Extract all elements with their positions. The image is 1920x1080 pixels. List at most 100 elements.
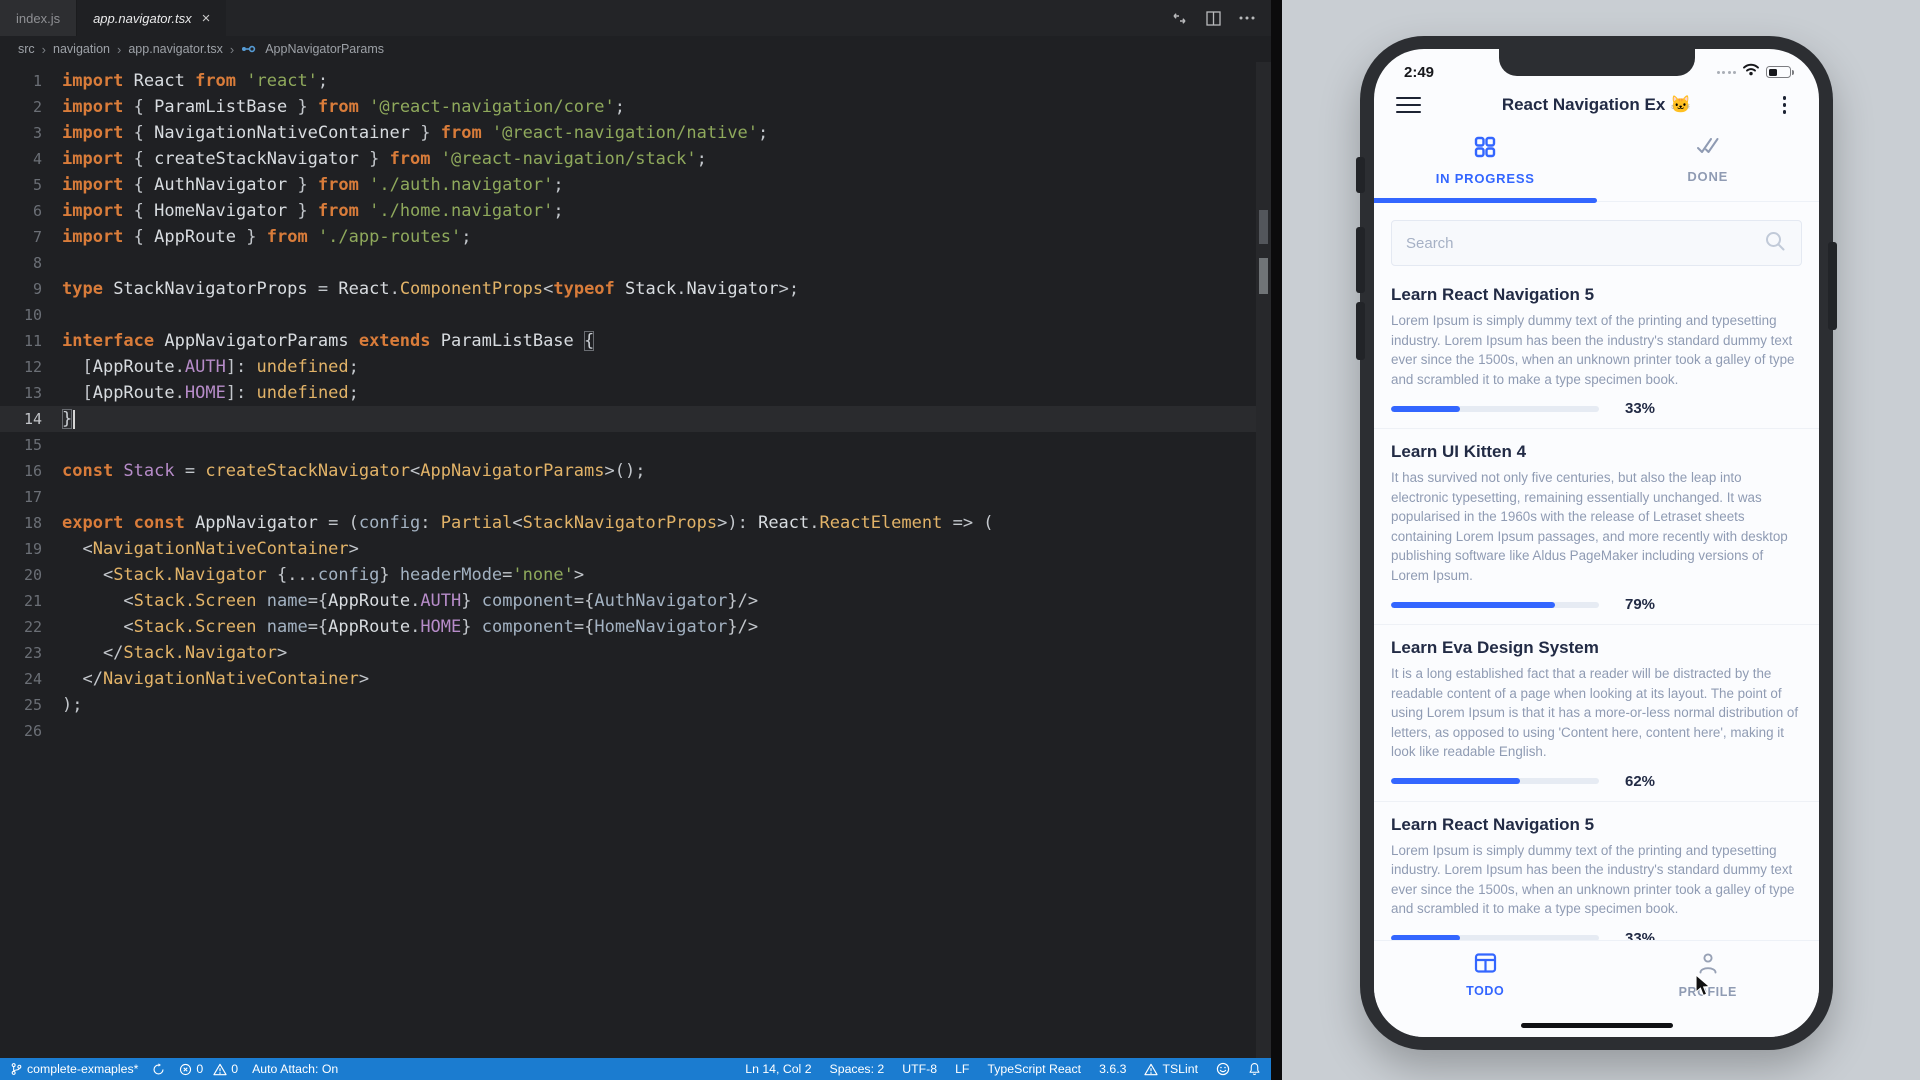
code-text: </Stack.Navigator> (62, 640, 287, 666)
todo-item[interactable]: Learn Eva Design System It is a long est… (1374, 625, 1819, 802)
progress-bar (1391, 778, 1599, 784)
todo-item[interactable]: Learn React Navigation 5 Lorem Ipsum is … (1374, 802, 1819, 959)
todo-description: It is a long established fact that a rea… (1391, 664, 1802, 762)
todo-item[interactable]: Learn React Navigation 5 Lorem Ipsum is … (1374, 272, 1819, 429)
top-tab-bar: IN PROGRESS DONE (1374, 123, 1819, 202)
code-line[interactable]: 11interface AppNavigatorParams extends P… (0, 328, 1271, 354)
warning-count: 0 (231, 1062, 238, 1076)
power-button (1828, 242, 1837, 330)
search-box[interactable] (1391, 220, 1802, 266)
status-bar: complete-exmaples* 0 0 Auto Attach: On L… (0, 1058, 1271, 1080)
breadcrumb-item[interactable]: app.navigator.tsx (128, 42, 223, 56)
progress-percent: 79% (1625, 596, 1655, 613)
line-number: 25 (0, 692, 62, 718)
git-branch-item[interactable]: complete-exmaples* (10, 1062, 138, 1076)
code-line[interactable]: 18export const AppNavigator = (config: P… (0, 510, 1271, 536)
code-line[interactable]: 7import { AppRoute } from './app-routes'… (0, 224, 1271, 250)
todo-title: Learn React Navigation 5 (1391, 815, 1802, 835)
code-line[interactable]: 20 <Stack.Navigator {...config} headerMo… (0, 562, 1271, 588)
line-number: 20 (0, 562, 62, 588)
problems-item[interactable]: 0 0 (179, 1062, 238, 1076)
code-text: [AppRoute.AUTH]: undefined; (62, 354, 359, 380)
code-text: export const AppNavigator = (config: Par… (62, 510, 994, 536)
search-input[interactable] (1406, 235, 1763, 252)
code-line[interactable]: 26 (0, 718, 1271, 744)
code-line[interactable]: 12 [AppRoute.AUTH]: undefined; (0, 354, 1271, 380)
mouse-cursor (1694, 974, 1716, 1003)
more-actions-icon[interactable] (1239, 16, 1255, 20)
code-line[interactable]: 16const Stack = createStackNavigator<App… (0, 458, 1271, 484)
line-number: 11 (0, 328, 62, 354)
code-line[interactable]: 2import { ParamListBase } from '@react-n… (0, 94, 1271, 120)
todo-item[interactable]: Learn UI Kitten 4 It has survived not on… (1374, 429, 1819, 625)
progress-bar (1391, 602, 1599, 608)
code-line[interactable]: 25); (0, 692, 1271, 718)
breadcrumb: src › navigation › app.navigator.tsx › A… (0, 36, 1271, 62)
tab-index-js[interactable]: index.js (0, 0, 77, 36)
sync-icon[interactable] (152, 1063, 165, 1076)
progress-percent: 62% (1625, 773, 1655, 790)
tab-in-progress[interactable]: IN PROGRESS (1374, 135, 1597, 201)
code-line[interactable]: 8 (0, 250, 1271, 276)
code-line[interactable]: 6import { HomeNavigator } from './home.n… (0, 198, 1271, 224)
code-line[interactable]: 3import { NavigationNativeContainer } fr… (0, 120, 1271, 146)
wifi-icon (1742, 63, 1760, 81)
code-text: import { HomeNavigator } from './home.na… (62, 198, 564, 224)
chevron-right-icon: › (117, 42, 121, 57)
line-number: 7 (0, 224, 62, 250)
close-icon[interactable]: × (202, 10, 211, 27)
code-line[interactable]: 1import React from 'react'; (0, 68, 1271, 94)
eol-item[interactable]: LF (955, 1062, 969, 1076)
code-line[interactable]: 5import { AuthNavigator } from './auth.n… (0, 172, 1271, 198)
tslint-item[interactable]: TSLint (1144, 1062, 1198, 1076)
app-title: React Navigation Ex 🐱 (1421, 95, 1772, 115)
tab-label: DONE (1687, 169, 1728, 184)
split-editor-icon[interactable] (1206, 11, 1221, 26)
tab-app-navigator-tsx[interactable]: app.navigator.tsx × (77, 0, 226, 36)
tab-label: IN PROGRESS (1436, 171, 1535, 186)
code-line[interactable]: 15 (0, 432, 1271, 458)
cursor-position-item[interactable]: Ln 14, Col 2 (745, 1062, 811, 1076)
notifications-bell-icon[interactable] (1248, 1062, 1261, 1076)
branch-name: complete-exmaples* (27, 1062, 138, 1076)
breadcrumb-item[interactable]: AppNavigatorParams (265, 42, 384, 56)
code-editor-area[interactable]: 1import React from 'react';2import { Par… (0, 62, 1271, 1058)
code-text: import { ParamListBase } from '@react-na… (62, 94, 625, 120)
tab-done[interactable]: DONE (1597, 135, 1820, 201)
scrollbar-thumb[interactable] (1259, 210, 1268, 244)
code-line[interactable]: 23 </Stack.Navigator> (0, 640, 1271, 666)
code-line[interactable]: 9type StackNavigatorProps = React.Compon… (0, 276, 1271, 302)
code-line[interactable]: 19 <NavigationNativeContainer> (0, 536, 1271, 562)
code-line[interactable]: 21 <Stack.Screen name={AppRoute.AUTH} co… (0, 588, 1271, 614)
tslint-label: TSLint (1162, 1062, 1198, 1076)
code-line[interactable]: 17 (0, 484, 1271, 510)
language-mode-item[interactable]: TypeScript React (987, 1062, 1081, 1076)
code-line[interactable]: 22 <Stack.Screen name={AppRoute.HOME} co… (0, 614, 1271, 640)
menu-hamburger-icon[interactable] (1396, 97, 1421, 114)
todo-description: It has survived not only five centuries,… (1391, 468, 1802, 585)
code-line[interactable]: 10 (0, 302, 1271, 328)
overflow-menu-icon[interactable] (1772, 96, 1797, 114)
code-line[interactable]: 24 </NavigationNativeContainer> (0, 666, 1271, 692)
home-indicator[interactable] (1521, 1023, 1673, 1028)
mute-switch (1356, 157, 1365, 193)
editor-scrollbar[interactable] (1256, 62, 1271, 1058)
code-text: import { AuthNavigator } from './auth.na… (62, 172, 564, 198)
code-line[interactable]: 13 [AppRoute.HOME]: undefined; (0, 380, 1271, 406)
code-line[interactable]: 4import { createStackNavigator } from '@… (0, 146, 1271, 172)
code-line[interactable]: 14} (0, 406, 1271, 432)
ts-version-item[interactable]: 3.6.3 (1099, 1062, 1126, 1076)
progress-percent: 33% (1625, 400, 1655, 417)
battery-icon (1766, 66, 1791, 78)
indentation-item[interactable]: Spaces: 2 (830, 1062, 885, 1076)
line-number: 15 (0, 432, 62, 458)
breadcrumb-item[interactable]: src (18, 42, 35, 56)
breadcrumb-item[interactable]: navigation (53, 42, 110, 56)
layout-toggle-icon[interactable] (1171, 11, 1188, 26)
feedback-smiley-icon[interactable] (1216, 1062, 1230, 1076)
encoding-item[interactable]: UTF-8 (902, 1062, 937, 1076)
line-number: 19 (0, 536, 62, 562)
code-text: import { createStackNavigator } from '@r… (62, 146, 707, 172)
auto-attach-item[interactable]: Auto Attach: On (252, 1062, 338, 1076)
volume-down-button (1356, 302, 1365, 360)
